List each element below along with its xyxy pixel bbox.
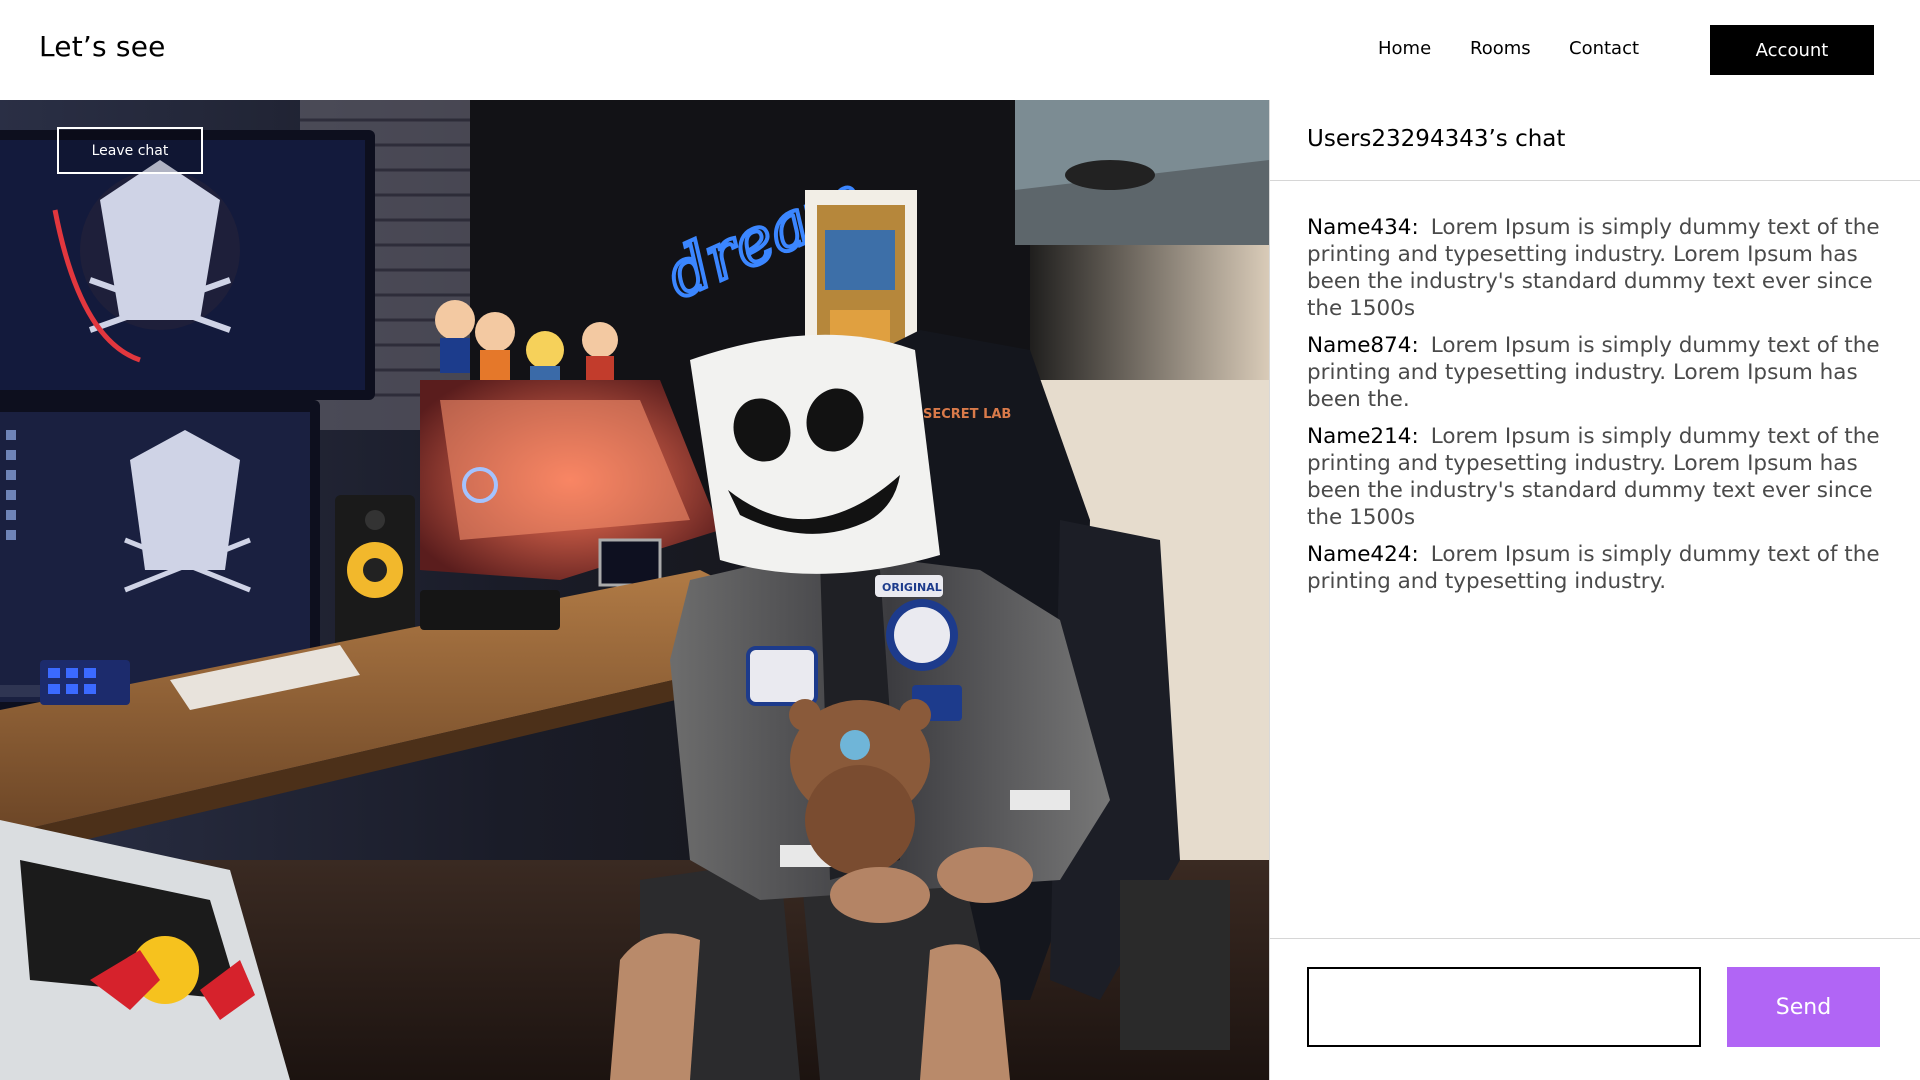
nav-home-link[interactable]: Home bbox=[1378, 38, 1431, 59]
chat-message: Name214: Lorem Ipsum is simply dummy text… bbox=[1307, 423, 1897, 531]
message-author: Name874: bbox=[1307, 333, 1419, 358]
account-button[interactable]: Account bbox=[1710, 25, 1874, 75]
chat-message: Name424: Lorem Ipsum is simply dummy text… bbox=[1307, 541, 1897, 595]
brand-logo[interactable]: Let’s see bbox=[39, 30, 166, 63]
patch-original: ORIGINAL bbox=[882, 581, 942, 594]
composer-divider bbox=[1270, 938, 1920, 939]
chat-header-divider bbox=[1270, 180, 1920, 181]
nav-contact-link[interactable]: Contact bbox=[1569, 38, 1639, 59]
message-list: Name434: Lorem Ipsum is simply dummy text… bbox=[1307, 214, 1897, 605]
chat-panel: Users23294343’s chat Name434: Lorem Ipsum… bbox=[1269, 100, 1920, 1080]
top-navbar: Let’s see Home Rooms Contact Account bbox=[0, 0, 1920, 100]
chat-title: Users23294343’s chat bbox=[1307, 126, 1566, 152]
car-poster bbox=[1015, 100, 1269, 245]
send-button[interactable]: Send bbox=[1727, 967, 1880, 1047]
room-photo: dream SECRET LAB ORIGINAL bbox=[0, 100, 1269, 1080]
nav-rooms-link[interactable]: Rooms bbox=[1470, 38, 1531, 59]
chat-message: Name434: Lorem Ipsum is simply dummy text… bbox=[1307, 214, 1897, 322]
mixer bbox=[420, 590, 560, 630]
message-author: Name424: bbox=[1307, 542, 1419, 567]
chair-brand: SECRET LAB bbox=[923, 407, 1011, 422]
video-stage: dream SECRET LAB ORIGINAL Leave chat bbox=[0, 100, 1269, 1080]
message-input[interactable] bbox=[1307, 967, 1701, 1047]
wall-poster-bottom bbox=[1120, 880, 1230, 1050]
leave-chat-button[interactable]: Leave chat bbox=[57, 127, 203, 174]
chat-message: Name874: Lorem Ipsum is simply dummy text… bbox=[1307, 332, 1897, 413]
message-author: Name434: bbox=[1307, 215, 1419, 240]
message-author: Name214: bbox=[1307, 424, 1419, 449]
marshmello-mask bbox=[690, 334, 940, 574]
